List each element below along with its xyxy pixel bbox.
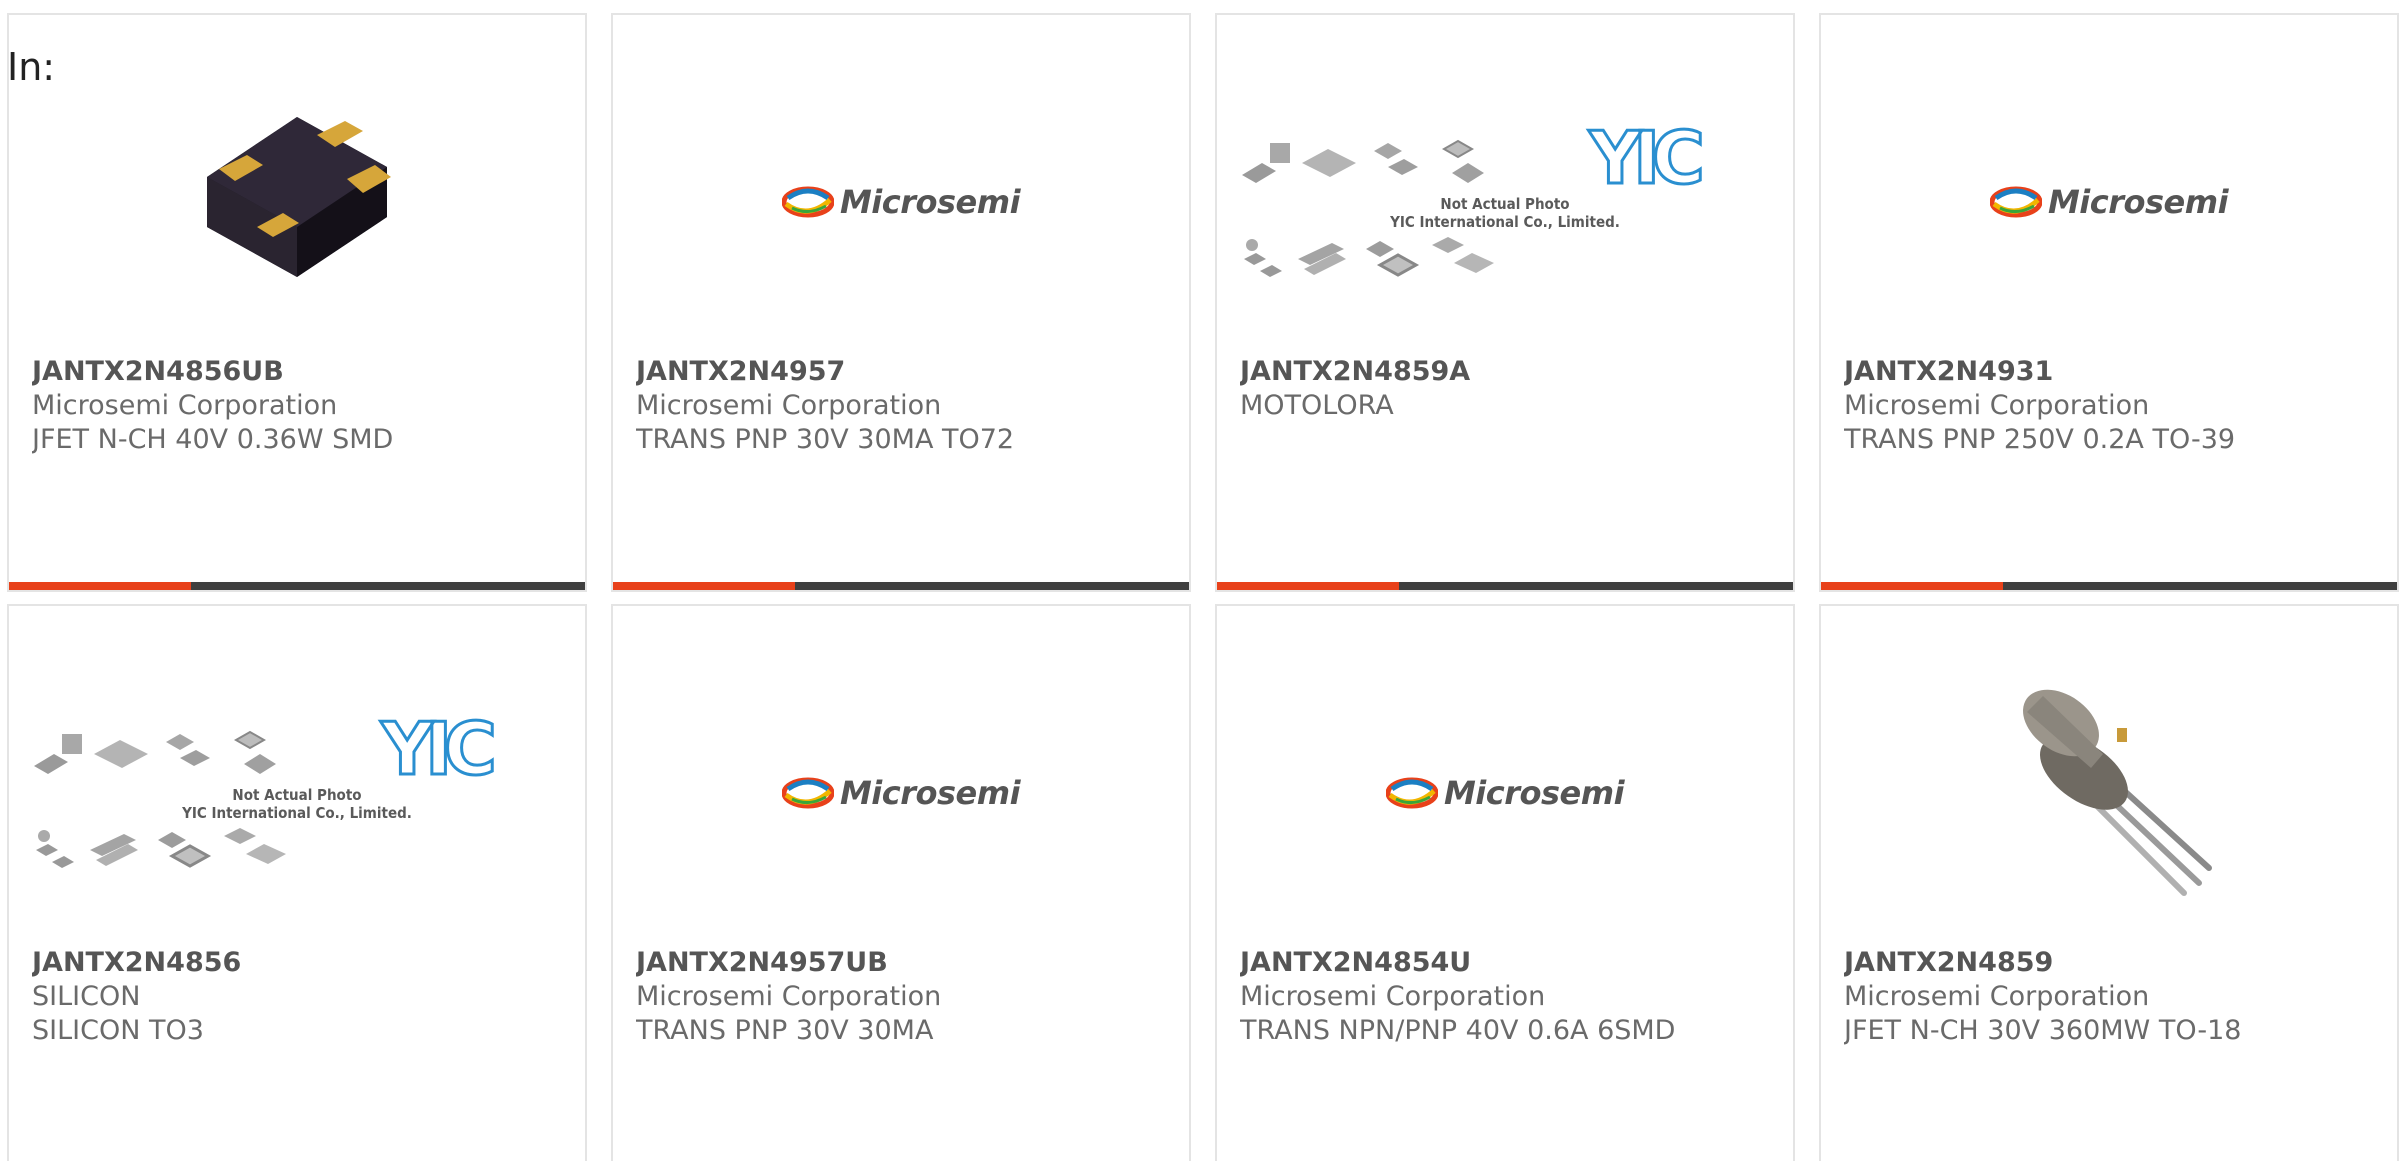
chip-packages-bottom-icon <box>36 828 287 868</box>
product-image: YIC Not Actual Photo YIC International C… <box>9 668 585 918</box>
part-number[interactable]: JANTX2N4859A <box>1240 355 1781 389</box>
microsemi-swirl-icon <box>1385 777 1438 809</box>
product-card[interactable]: Microsemi JANTX2N4957UB Microsemi Corpor… <box>611 604 1191 1161</box>
yic-caption-line1: Not Actual Photo <box>1440 195 1570 213</box>
microsemi-logo: Microsemi <box>781 774 1021 812</box>
yic-caption-line2: YIC International Co., Limited. <box>182 804 412 822</box>
description: SILICON TO3 <box>32 1015 204 1046</box>
manufacturer: Microsemi Corporation <box>636 981 942 1012</box>
yic-logo-icon: YIC <box>1586 115 1710 202</box>
product-image: Microsemi <box>613 77 1189 327</box>
card-bottom-bar <box>613 582 1189 590</box>
manufacturer: Microsemi Corporation <box>1844 981 2150 1012</box>
part-number[interactable]: JANTX2N4957 <box>636 355 1177 389</box>
yic-placeholder-image: YIC Not Actual Photo YIC International C… <box>1232 115 1777 283</box>
product-grid: JANTX2N4856UB Microsemi Corporation JFET… <box>7 13 2399 1161</box>
microsemi-logo: Microsemi <box>1989 183 2229 221</box>
manufacturer: Microsemi Corporation <box>32 390 338 421</box>
yic-logo-icon: YIC <box>378 706 502 793</box>
product-image: Microsemi <box>613 668 1189 918</box>
smd-package-icon <box>207 117 391 277</box>
description: TRANS PNP 30V 30MA TO72 <box>636 424 1015 455</box>
yic-placeholder-image: YIC Not Actual Photo YIC International C… <box>24 706 569 874</box>
part-number[interactable]: JANTX2N4856 <box>32 946 573 980</box>
product-info: JANTX2N4856UB Microsemi Corporation JFET… <box>32 355 573 457</box>
microsemi-logo: Microsemi <box>1385 774 1625 812</box>
product-info: JANTX2N4957 Microsemi Corporation TRANS … <box>636 355 1177 457</box>
microsemi-wordmark: Microsemi <box>839 774 1021 812</box>
product-card[interactable]: YIC Not Actual Photo YIC International C… <box>1215 13 1795 592</box>
product-image <box>9 77 585 327</box>
chip-packages-bottom-icon <box>1244 237 1495 277</box>
card-bottom-bar <box>9 582 585 590</box>
svg-text:YIC: YIC <box>1588 121 1701 191</box>
chip-packages-top-icon <box>1242 139 1485 183</box>
part-number[interactable]: JANTX2N4931 <box>1844 355 2385 389</box>
product-info: JANTX2N4957UB Microsemi Corporation TRAN… <box>636 946 1177 1048</box>
description: JFET N-CH 30V 360MW TO-18 <box>1844 1015 2242 1046</box>
product-image: Microsemi <box>1821 77 2397 327</box>
manufacturer: MOTOLORA <box>1240 390 1394 421</box>
product-grid-page: In: JANTX2N4856UB Microsemi Corporation <box>0 0 2400 1161</box>
manufacturer: Microsemi Corporation <box>1844 390 2150 421</box>
yic-caption-line1: Not Actual Photo <box>232 786 362 804</box>
yic-caption-line2: YIC International Co., Limited. <box>1390 213 1620 231</box>
description: TRANS PNP 30V 30MA <box>636 1015 934 1046</box>
product-card[interactable]: Microsemi JANTX2N4957 Microsemi Corporat… <box>611 13 1191 592</box>
card-bottom-bar <box>1821 582 2397 590</box>
microsemi-swirl-icon <box>781 777 834 809</box>
part-number[interactable]: JANTX2N4859 <box>1844 946 2385 980</box>
product-card[interactable]: YIC Not Actual Photo YIC International C… <box>7 604 587 1161</box>
part-number[interactable]: JANTX2N4856UB <box>32 355 573 389</box>
product-info: JANTX2N4856 SILICON SILICON TO3 <box>32 946 573 1048</box>
description: JFET N-CH 40V 0.36W SMD <box>32 424 394 455</box>
card-bottom-bar <box>1217 582 1793 590</box>
product-card[interactable]: Microsemi JANTX2N4854U Microsemi Corpora… <box>1215 604 1795 1161</box>
microsemi-wordmark: Microsemi <box>2047 183 2229 221</box>
chip-packages-top-icon <box>34 730 277 774</box>
product-info: JANTX2N4859A MOTOLORA <box>1240 355 1781 423</box>
microsemi-logo: Microsemi <box>781 183 1021 221</box>
in-label: In: <box>7 45 56 89</box>
description: TRANS NPN/PNP 40V 0.6A 6SMD <box>1240 1015 1676 1046</box>
product-info: JANTX2N4859 Microsemi Corporation JFET N… <box>1844 946 2385 1048</box>
part-number[interactable]: JANTX2N4957UB <box>636 946 1177 980</box>
product-image: Microsemi <box>1217 668 1793 918</box>
microsemi-wordmark: Microsemi <box>839 183 1021 221</box>
manufacturer: Microsemi Corporation <box>636 390 942 421</box>
description: TRANS PNP 250V 0.2A TO-39 <box>1844 424 2236 455</box>
product-image <box>1821 668 2397 918</box>
svg-text:YIC: YIC <box>380 712 493 782</box>
product-info: JANTX2N4854U Microsemi Corporation TRANS… <box>1240 946 1781 1048</box>
product-info: JANTX2N4931 Microsemi Corporation TRANS … <box>1844 355 2385 457</box>
product-card[interactable]: Microsemi JANTX2N4931 Microsemi Corporat… <box>1819 13 2399 592</box>
product-card[interactable]: JANTX2N4859 Microsemi Corporation JFET N… <box>1819 604 2399 1161</box>
microsemi-wordmark: Microsemi <box>1443 774 1625 812</box>
manufacturer: Microsemi Corporation <box>1240 981 1546 1012</box>
microsemi-swirl-icon <box>1989 186 2042 218</box>
part-number[interactable]: JANTX2N4854U <box>1240 946 1781 980</box>
product-image: YIC Not Actual Photo YIC International C… <box>1217 77 1793 327</box>
product-card[interactable]: JANTX2N4856UB Microsemi Corporation JFET… <box>7 13 587 592</box>
manufacturer: SILICON <box>32 981 141 1012</box>
microsemi-swirl-icon <box>781 186 834 218</box>
to18-transistor-icon <box>2023 689 2212 896</box>
